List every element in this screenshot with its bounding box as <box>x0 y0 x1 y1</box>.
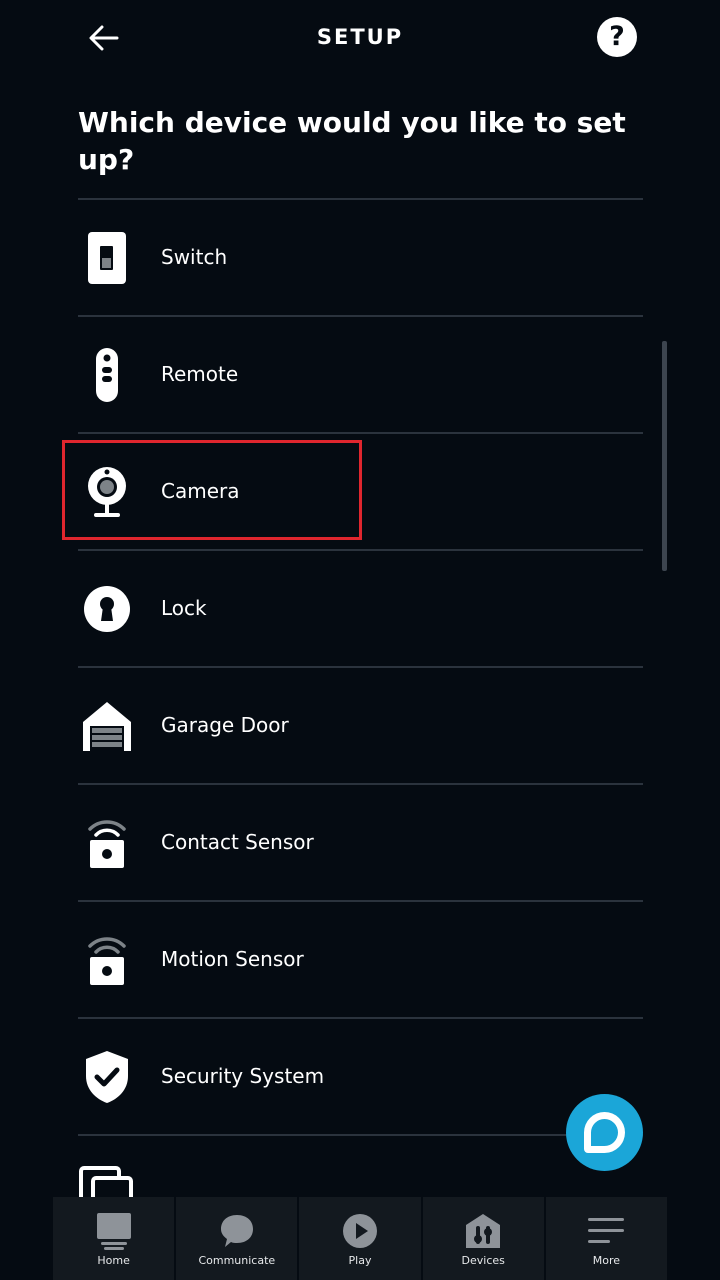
device-item-garage-door[interactable]: Garage Door <box>78 668 643 785</box>
garage-door-icon <box>78 668 136 783</box>
device-item-remote[interactable]: Remote <box>78 317 643 434</box>
nav-label: Communicate <box>198 1254 276 1267</box>
nav-label: Play <box>348 1254 372 1267</box>
switch-icon <box>78 200 136 315</box>
device-label: Security System <box>161 1064 325 1088</box>
nav-devices[interactable]: Devices <box>420 1197 544 1280</box>
alexa-icon <box>584 1112 625 1153</box>
nav-communicate[interactable]: Communicate <box>174 1197 297 1280</box>
device-item-security-system[interactable]: Security System <box>78 1019 643 1136</box>
device-label: Remote <box>161 362 239 386</box>
nav-more[interactable]: More <box>543 1197 667 1280</box>
device-item-motion-sensor[interactable]: Motion Sensor <box>78 902 643 1019</box>
device-item-switch[interactable]: Switch <box>78 200 643 317</box>
chat-bubble-icon <box>219 1210 255 1252</box>
device-label: Switch <box>161 245 228 269</box>
device-label: Lock <box>161 596 207 620</box>
motion-sensor-icon <box>78 902 136 1017</box>
menu-icon <box>587 1210 625 1252</box>
play-icon <box>341 1210 379 1252</box>
devices-icon <box>464 1210 502 1252</box>
nav-home[interactable]: Home <box>53 1197 174 1280</box>
device-label: Motion Sensor <box>161 947 304 971</box>
nav-play[interactable]: Play <box>297 1197 420 1280</box>
nav-label: More <box>592 1254 621 1267</box>
bottom-nav: Home Communicate Play Devices More <box>53 1197 667 1280</box>
top-bar: SETUP ? <box>0 0 720 76</box>
contact-sensor-icon <box>78 785 136 900</box>
device-list: Switch Remote Camera Lock Garage Door Co… <box>78 198 643 1253</box>
scrollbar[interactable] <box>662 341 667 571</box>
alexa-button[interactable] <box>566 1094 643 1171</box>
nav-label: Home <box>97 1254 130 1267</box>
nav-label: Devices <box>461 1254 505 1267</box>
device-item-lock[interactable]: Lock <box>78 551 643 668</box>
device-label: Garage Door <box>161 713 289 737</box>
shield-check-icon <box>78 1019 136 1134</box>
device-item-contact-sensor[interactable]: Contact Sensor <box>78 785 643 902</box>
home-icon <box>95 1210 133 1252</box>
camera-highlight-box <box>62 440 362 540</box>
question-heading: Which device would you like to set up? <box>78 106 626 176</box>
remote-icon <box>78 317 136 432</box>
help-button[interactable]: ? <box>597 17 637 57</box>
lock-icon <box>78 551 136 666</box>
device-label: Contact Sensor <box>161 830 314 854</box>
